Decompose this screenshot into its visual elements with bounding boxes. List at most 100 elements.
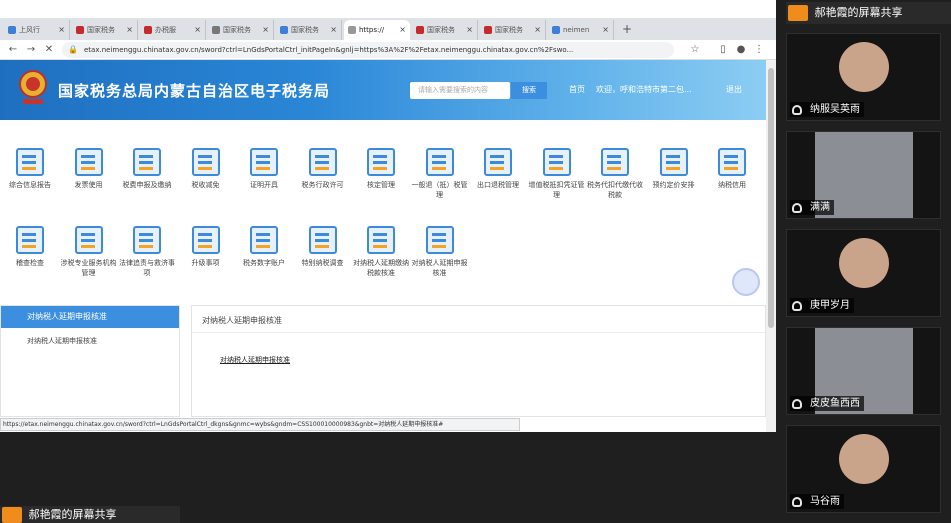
service-icon (250, 226, 278, 254)
service-item[interactable]: 稽查检查 (0, 226, 60, 296)
screen-share-banner-top[interactable]: 郝艳霞的屏幕共享 (786, 2, 951, 24)
tab-label: 国家税务 (291, 26, 319, 34)
browser-tab[interactable]: 上风行 × (4, 20, 70, 40)
chat-assistant-icon[interactable] (732, 268, 760, 296)
tab-close-icon[interactable]: × (466, 25, 473, 34)
service-item[interactable]: 涉税专业服务机构管理 (59, 226, 119, 296)
service-label: 税务数字账户 (243, 259, 285, 267)
browser-tab[interactable]: 国家税务 × (72, 20, 138, 40)
screen-share-banner-bottom[interactable]: 郝艳霞的屏幕共享 (0, 506, 180, 523)
mic-icon (792, 203, 802, 213)
tab-close-icon[interactable]: × (602, 25, 609, 34)
scrollbar-thumb[interactable] (768, 68, 774, 328)
service-item[interactable]: 预约定价安排 (644, 148, 704, 218)
browser-tab[interactable]: 办税服 × (140, 20, 206, 40)
service-label: 一般退（抵）税管理 (411, 181, 468, 199)
service-label: 特别纳税调查 (301, 259, 344, 267)
participant-tile[interactable]: 满满 (786, 131, 941, 219)
shared-browser-window: 上风行 × 国家税务 × 办税服 × 国家税务 × 国家税务 × https://× 国家税务 × 国家税… (0, 0, 776, 432)
service-icon (367, 226, 395, 254)
home-link[interactable]: 首页 (569, 84, 585, 95)
service-item[interactable]: 升级事项 (176, 226, 236, 296)
browser-tab[interactable]: 国家税务 × (412, 20, 478, 40)
tab-close-icon[interactable]: × (330, 25, 337, 34)
service-label: 对纳税人延期缴纳税款核准 (353, 259, 409, 277)
status-url: https://etax.neimenggu.chinatax.gov.cn/s… (0, 418, 520, 431)
tab-favicon-icon (212, 26, 220, 34)
service-icon (16, 148, 44, 176)
service-icon (659, 148, 688, 176)
service-icon (425, 148, 454, 176)
tab-close-icon[interactable]: × (126, 25, 133, 34)
service-item[interactable]: 综合信息报告 (0, 148, 60, 218)
participant-tile[interactable]: 庚甲岁月 (786, 229, 941, 317)
sidebar-icon[interactable]: ▯ (716, 43, 730, 57)
participant-tile[interactable]: 皮皮鱼西西 (786, 327, 941, 415)
service-label: 法律追责与救济事项 (119, 259, 175, 277)
new-tab-icon[interactable]: + (620, 22, 634, 36)
left-menu-header[interactable]: 对纳税人延期申报核准 (1, 306, 179, 328)
welcome-text: 欢迎，呼和浩特市第二包... (596, 85, 692, 94)
tab-close-icon[interactable]: × (399, 25, 406, 34)
tab-favicon-icon (76, 26, 84, 34)
service-item[interactable]: 核定管理 (351, 148, 411, 218)
tab-close-icon[interactable]: × (262, 25, 269, 34)
service-label: 涉税专业服务机构管理 (60, 259, 117, 277)
service-item[interactable]: 法律追责与救济事项 (117, 226, 177, 296)
reload-icon[interactable]: ✕ (42, 43, 56, 57)
participant-tile[interactable]: 纳服吴英雨 (786, 33, 941, 121)
tab-favicon-icon (348, 26, 356, 34)
service-icon (191, 226, 220, 254)
service-item[interactable]: 证明开具 (234, 148, 294, 218)
service-item[interactable]: 税收减免 (176, 148, 236, 218)
service-item[interactable]: 对纳税人延期缴纳税款核准 (351, 226, 411, 296)
service-item[interactable]: 对纳税人延期申报核准 (410, 226, 470, 296)
service-label: 对纳税人延期申报核准 (411, 259, 468, 277)
browser-tab[interactable]: 国家税务 × (208, 20, 274, 40)
address-bar[interactable]: etax.neimenggu.chinatax.gov.cn/sword?ctr… (62, 42, 674, 58)
tab-favicon-icon (144, 26, 152, 34)
service-icon (367, 148, 395, 176)
tab-label: neimen (563, 26, 590, 34)
service-item[interactable]: 税务代扣代缴代收税款 (585, 148, 645, 218)
tab-favicon-icon (552, 26, 560, 34)
bookmark-star-icon[interactable]: ☆ (688, 43, 702, 57)
service-item[interactable]: 税费申报及缴纳 (117, 148, 177, 218)
service-item[interactable]: 增值税抵扣凭证管理 (527, 148, 587, 218)
share-icon (788, 5, 808, 21)
profile-icon[interactable]: ● (734, 43, 748, 57)
browser-tab[interactable]: neimen × (548, 20, 614, 40)
service-item[interactable]: 一般退（抵）税管理 (410, 148, 470, 218)
site-search-input[interactable]: 请输入需要搜索的内容 (410, 82, 510, 99)
forward-icon[interactable]: → (24, 43, 38, 57)
service-label: 纳税信用 (718, 181, 746, 189)
back-icon[interactable]: ← (6, 43, 20, 57)
browser-tab[interactable]: 国家税务 × (480, 20, 546, 40)
tab-close-icon[interactable]: × (194, 25, 201, 34)
mic-icon (792, 301, 802, 311)
service-item[interactable]: 出口退税管理 (468, 148, 528, 218)
service-item[interactable]: 特别纳税调查 (293, 226, 353, 296)
menu-icon[interactable]: ⋮ (752, 43, 766, 57)
site-header: 国家税务总局内蒙古自治区电子税务局 请输入需要搜索的内容 搜索 首页 欢迎，呼和… (0, 60, 766, 120)
service-item[interactable]: 税务数字账户 (234, 226, 294, 296)
content-link[interactable]: 对纳税人延期申报核准 (220, 355, 765, 365)
site-search-button[interactable]: 搜索 (511, 82, 547, 99)
service-label: 税务代扣代缴代收税款 (587, 181, 643, 199)
page-scrollbar[interactable] (766, 60, 776, 432)
service-item[interactable]: 纳税信用 (702, 148, 762, 218)
browser-tab[interactable]: 国家税务 × (276, 20, 342, 40)
browser-tab[interactable]: https:// × (344, 20, 410, 40)
logout-link[interactable]: 退出 (726, 84, 742, 95)
tab-favicon-icon (484, 26, 492, 34)
service-icon (74, 226, 103, 254)
left-menu-item[interactable]: 对纳税人延期申报核准 (1, 328, 179, 346)
service-item[interactable]: 税务行政许可 (293, 148, 353, 218)
service-item[interactable]: 发票使用 (59, 148, 119, 218)
participant-tile[interactable]: 马谷雨 (786, 425, 941, 513)
content-panel: 对纳税人延期申报核准 对纳税人延期申报核准 (191, 305, 766, 417)
tab-close-icon[interactable]: × (534, 25, 541, 34)
tab-close-icon[interactable]: × (58, 25, 65, 34)
service-label: 综合信息报告 (9, 181, 51, 189)
meeting-screen: 郝艳霞的屏幕共享 上风行 × 国家税务 × 办税服 × 国家税务 × 国家税务 × https://… (0, 0, 951, 523)
